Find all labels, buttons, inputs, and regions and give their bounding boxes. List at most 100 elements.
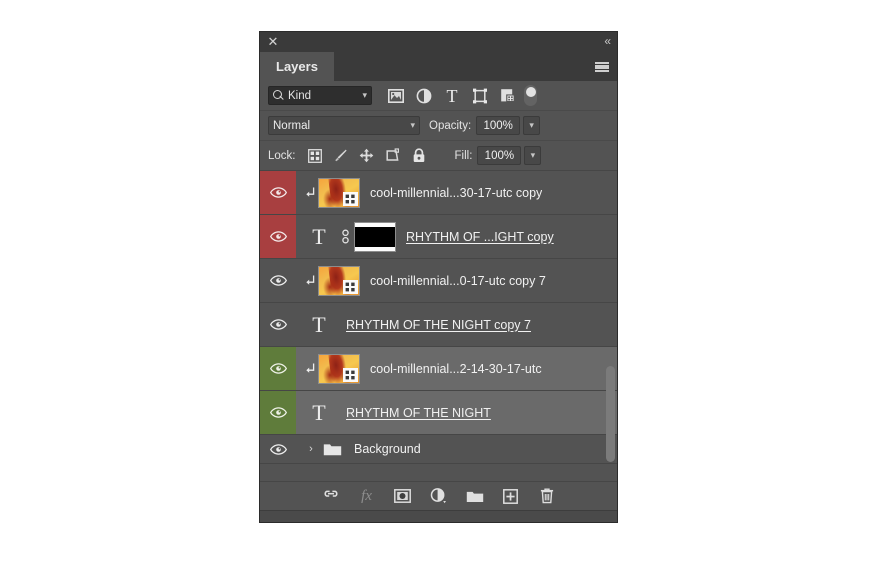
type-layer-thumbnail: T xyxy=(302,311,336,337)
smart-object-badge-icon xyxy=(343,279,358,294)
layer-visibility-toggle[interactable] xyxy=(260,347,296,390)
link-icon[interactable] xyxy=(336,228,354,245)
layer-name[interactable]: RHYTHM OF THE NIGHT xyxy=(346,406,491,420)
layer-rows: cool-millennial...30-17-utc copy T RHYTH… xyxy=(260,171,617,464)
folder-icon xyxy=(320,442,344,456)
panel-menu-icon[interactable] xyxy=(595,62,609,72)
layer-style-button[interactable]: fx xyxy=(354,485,380,507)
layer-row-background[interactable]: › Background xyxy=(260,435,617,464)
filter-shape-layers-icon[interactable] xyxy=(466,84,494,108)
layer-name[interactable]: cool-millennial...2-14-30-17-utc xyxy=(370,362,542,376)
layers-panel: ✕ « Layers Kind ▾ T Normal ▾ Opacity: 10… xyxy=(260,32,617,522)
layer-list-scrollbar-thumb[interactable] xyxy=(606,366,615,463)
clipping-mask-indicator-icon xyxy=(302,274,318,287)
lock-image-pixels-icon[interactable] xyxy=(328,144,354,168)
layer-name[interactable]: RHYTHM OF ...IGHT copy xyxy=(406,230,554,244)
filter-adjustment-layers-icon[interactable] xyxy=(410,84,438,108)
filter-pixel-layers-icon[interactable] xyxy=(382,84,410,108)
screenshot-canvas: ✕ « Layers Kind ▾ T Normal ▾ Opacity: 10… xyxy=(0,0,875,563)
delete-layer-button[interactable] xyxy=(534,485,560,507)
layer-row[interactable]: cool-millennial...2-14-30-17-utc xyxy=(260,347,617,391)
layer-thumbnail xyxy=(318,177,360,208)
filter-type-layers-icon[interactable]: T xyxy=(438,84,466,108)
double-chevron-left-icon[interactable]: « xyxy=(604,34,611,49)
layer-list[interactable]: cool-millennial...30-17-utc copy T RHYTH… xyxy=(260,171,617,481)
layer-row[interactable]: T RHYTHM OF THE NIGHT copy 7 xyxy=(260,303,617,347)
layer-row-body: T RHYTHM OF THE NIGHT xyxy=(296,391,617,434)
fill-stepper-caret[interactable]: ▾ xyxy=(524,146,542,165)
type-t-glyph: T xyxy=(312,223,326,249)
layer-thumbnail xyxy=(318,265,360,296)
layer-row-body: T RHYTHM OF THE NIGHT copy 7 xyxy=(296,303,617,346)
fx-glyph: fx xyxy=(361,487,372,504)
opacity-label: Opacity: xyxy=(429,119,472,132)
opacity-stepper-caret[interactable]: ▾ xyxy=(523,116,541,135)
panel-titlebar: ✕ « xyxy=(260,32,617,52)
layer-row-body: › Background xyxy=(296,435,617,463)
panel-resize-grip[interactable] xyxy=(260,510,617,522)
layer-row[interactable]: T RHYTHM OF THE NIGHT xyxy=(260,391,617,435)
layer-name[interactable]: cool-millennial...30-17-utc copy xyxy=(370,186,542,200)
opacity-input[interactable]: 100% xyxy=(476,116,521,135)
lock-position-icon[interactable] xyxy=(354,144,380,168)
layer-row-body: T RHYTHM OF ...IGHT copy xyxy=(296,215,617,258)
chevron-down-icon: ▾ xyxy=(362,90,367,100)
lock-all-icon[interactable] xyxy=(406,144,432,168)
link-layers-button[interactable] xyxy=(318,485,344,507)
layer-visibility-toggle[interactable] xyxy=(260,435,296,463)
layer-thumbnail xyxy=(318,353,360,384)
layer-row-body: cool-millennial...2-14-30-17-utc xyxy=(296,347,617,390)
layer-name[interactable]: Background xyxy=(354,442,421,456)
type-t-glyph: T xyxy=(312,399,326,425)
smart-object-badge-icon xyxy=(343,191,358,206)
new-adjustment-layer-button[interactable] xyxy=(426,485,452,507)
lock-row: Lock: Fill: 100% ▾ xyxy=(260,141,617,171)
blend-mode-select[interactable]: Normal ▾ xyxy=(268,116,420,135)
blend-mode-value: Normal xyxy=(273,119,311,132)
chevron-down-icon: ▾ xyxy=(410,120,415,130)
filter-row: Kind ▾ T xyxy=(260,81,617,111)
layer-row[interactable]: cool-millennial...0-17-utc copy 7 xyxy=(260,259,617,303)
filter-kind-label: Kind xyxy=(288,89,312,102)
fill-group: Fill: 100% ▾ xyxy=(446,146,542,165)
filter-smart-object-layers-icon[interactable] xyxy=(494,84,522,108)
layer-row[interactable]: cool-millennial...30-17-utc copy xyxy=(260,171,617,215)
type-t-glyph: T xyxy=(446,85,458,106)
fill-input[interactable]: 100% xyxy=(477,146,522,165)
fill-label: Fill: xyxy=(454,149,473,162)
tab-layers[interactable]: Layers xyxy=(260,52,334,81)
layer-visibility-toggle[interactable] xyxy=(260,215,296,258)
filter-enable-toggle[interactable] xyxy=(524,85,537,106)
blend-mode-row: Normal ▾ Opacity: 100% ▾ xyxy=(260,111,617,141)
new-layer-button[interactable] xyxy=(498,485,524,507)
smart-object-badge-icon xyxy=(343,367,358,382)
chevron-down-icon: ▾ xyxy=(529,120,534,130)
layer-visibility-toggle[interactable] xyxy=(260,391,296,434)
layer-name[interactable]: RHYTHM OF THE NIGHT copy 7 xyxy=(346,318,531,332)
layer-list-scrollbar[interactable] xyxy=(606,171,615,481)
type-layer-thumbnail: T xyxy=(302,223,336,249)
layer-mask-thumbnail xyxy=(354,221,396,252)
chevron-right-icon[interactable]: › xyxy=(302,443,320,455)
add-layer-mask-button[interactable] xyxy=(390,485,416,507)
layer-row-body: cool-millennial...30-17-utc copy xyxy=(296,171,617,214)
lock-transparent-pixels-icon[interactable] xyxy=(302,144,328,168)
tab-layers-label: Layers xyxy=(276,59,318,74)
type-layer-thumbnail: T xyxy=(302,399,336,425)
type-t-glyph: T xyxy=(312,311,326,337)
layer-visibility-toggle[interactable] xyxy=(260,259,296,302)
layer-row[interactable]: T RHYTHM OF ...IGHT copy xyxy=(260,215,617,259)
clipping-mask-indicator-icon xyxy=(302,362,318,375)
close-icon[interactable]: ✕ xyxy=(266,35,280,49)
filter-type-buttons: T xyxy=(382,84,537,108)
lock-buttons xyxy=(302,144,432,168)
lock-label: Lock: xyxy=(268,149,296,162)
layer-name[interactable]: cool-millennial...0-17-utc copy 7 xyxy=(370,274,546,288)
lock-artboard-nesting-icon[interactable] xyxy=(380,144,406,168)
filter-kind-select[interactable]: Kind ▾ xyxy=(268,86,372,105)
layer-visibility-toggle[interactable] xyxy=(260,303,296,346)
layer-row-body: cool-millennial...0-17-utc copy 7 xyxy=(296,259,617,302)
new-group-button[interactable] xyxy=(462,485,488,507)
layer-visibility-toggle[interactable] xyxy=(260,171,296,214)
chevron-down-icon: ▾ xyxy=(530,150,536,160)
